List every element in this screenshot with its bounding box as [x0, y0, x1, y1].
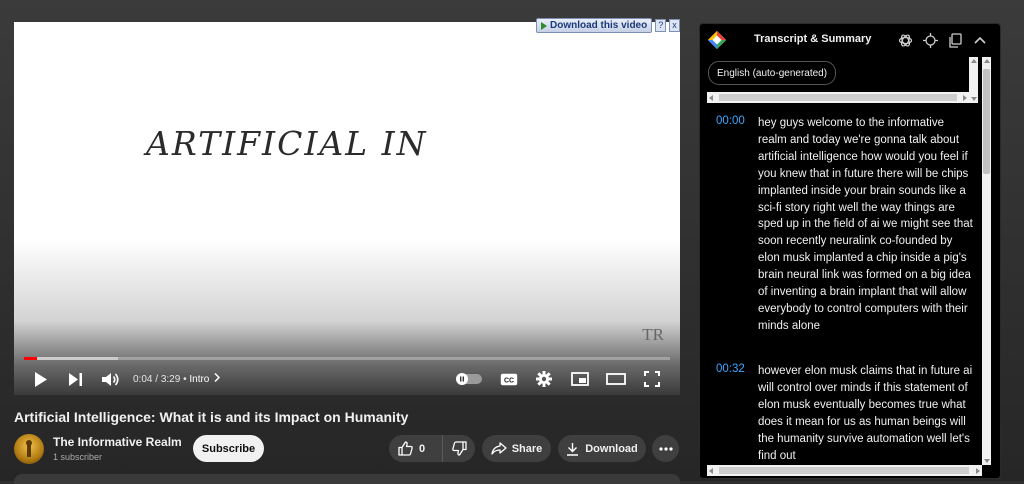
channel-avatar[interactable] [14, 434, 44, 464]
closed-captions-icon: CC [500, 373, 518, 385]
more-horizontal-icon [658, 446, 673, 451]
download-video-label: Download this video [550, 20, 648, 31]
progress-bar[interactable] [24, 357, 670, 360]
like-button[interactable]: 0 [389, 435, 443, 462]
segment-text: however elon musk claims that in future … [758, 365, 973, 462]
extension-logo-icon [708, 31, 726, 49]
scroll-right-arrow[interactable] [976, 467, 980, 474]
like-count: 0 [419, 442, 426, 455]
progress-buffered [24, 357, 118, 360]
download-close-button[interactable]: x [669, 19, 680, 32]
gear-icon [536, 371, 552, 387]
subscribe-button[interactable]: Subscribe [193, 435, 264, 462]
transcript-vertical-scrollbar[interactable] [982, 57, 991, 465]
fullscreen-icon [644, 371, 660, 387]
subtitles-button[interactable]: CC [498, 368, 520, 390]
scroll-down-arrow[interactable] [970, 97, 977, 101]
mute-button[interactable] [99, 368, 123, 390]
scrollbar-thumb[interactable] [719, 94, 957, 101]
track-video-button[interactable] [922, 32, 938, 48]
language-horizontal-scrollbar[interactable] [707, 92, 969, 103]
theater-mode-icon [606, 373, 626, 385]
scroll-down-arrow[interactable] [983, 459, 990, 463]
scroll-left-arrow[interactable] [709, 94, 713, 101]
collapse-panel-button[interactable] [972, 32, 988, 48]
segment-text: hey guys welcome to the informative real… [758, 117, 973, 332]
play-icon [541, 21, 547, 30]
description-box[interactable] [14, 474, 680, 484]
download-icon [567, 442, 579, 456]
transcript-segment[interactable]: 00:32 however elon musk claims that in f… [700, 363, 978, 463]
video-frame-text: ARTIFICIAL IN [146, 124, 428, 163]
volume-icon [102, 372, 119, 386]
download-help-button[interactable]: ? [655, 19, 667, 32]
share-icon [491, 442, 507, 455]
download-button[interactable]: Download [558, 435, 646, 462]
time-display: 0:04 / 3:29 • Intro [133, 372, 221, 385]
copy-icon [949, 32, 962, 48]
play-icon [35, 371, 47, 387]
download-video-button[interactable]: Download this video [536, 18, 653, 33]
scrollbar-thumb[interactable] [719, 467, 969, 474]
skip-next-icon [69, 372, 82, 386]
miniplayer-icon [571, 372, 589, 386]
theater-mode-button[interactable] [604, 368, 628, 390]
channel-watermark[interactable]: TR [642, 325, 664, 345]
crosshair-icon [922, 32, 938, 48]
subscriber-count: 1 subscriber [53, 452, 103, 462]
scroll-up-arrow[interactable] [970, 59, 977, 63]
chevron-up-icon [974, 36, 986, 44]
next-button[interactable] [65, 368, 87, 390]
settings-button[interactable] [533, 368, 555, 390]
dislike-button[interactable] [443, 435, 475, 462]
chapter-dot: • [183, 374, 187, 385]
scroll-right-arrow[interactable] [963, 94, 967, 101]
chevron-right-icon[interactable] [214, 372, 221, 383]
avatar-figure-icon [26, 440, 32, 457]
time-current: 0:04 [133, 374, 153, 385]
panel-title: Transcript & Summary [754, 33, 872, 45]
autoplay-toggle-icon [456, 373, 482, 385]
play-button[interactable] [30, 368, 52, 390]
svg-text:CC: CC [504, 377, 514, 384]
progress-played [24, 357, 37, 360]
language-chip[interactable]: English (auto-generated) [708, 61, 837, 85]
chapter-label[interactable]: Intro [189, 374, 209, 385]
language-vertical-scrollbar[interactable] [969, 57, 978, 103]
video-title: Artificial Intelligence: What it is and … [14, 409, 409, 425]
time-total: 3:29 [160, 374, 181, 385]
scroll-up-arrow[interactable] [983, 59, 990, 63]
openai-icon [898, 33, 912, 47]
channel-name[interactable]: The Informative Realm [53, 435, 182, 449]
video-player[interactable]: ARTIFICIAL IN TR 0:04 / 3:29 • Intro CC [14, 22, 680, 395]
miniplayer-button[interactable] [568, 368, 592, 390]
segment-timestamp[interactable]: 00:32 [716, 363, 745, 375]
thumbs-up-icon [398, 441, 413, 456]
player-controls: 0:04 / 3:29 • Intro CC [14, 364, 680, 394]
time-separator: / [155, 374, 159, 385]
copy-transcript-button[interactable] [947, 32, 963, 48]
transcript-segment[interactable]: 00:00 hey guys welcome to the informativ… [700, 115, 978, 347]
transcript-horizontal-scrollbar[interactable] [707, 465, 982, 476]
more-actions-button[interactable] [652, 435, 679, 462]
chatgpt-summary-button[interactable] [897, 32, 913, 48]
segment-timestamp[interactable]: 00:00 [716, 115, 745, 127]
share-button[interactable]: Share [482, 435, 551, 462]
like-dislike-group: 0 [389, 435, 475, 462]
share-label: Share [511, 442, 543, 455]
thumbs-down-icon [451, 441, 467, 456]
panel-header: Transcript & Summary [700, 24, 1000, 56]
download-extension-bar: Download this video ? x [536, 18, 680, 33]
download-label: Download [585, 442, 638, 455]
fullscreen-button[interactable] [640, 368, 664, 390]
scrollbar-thumb[interactable] [983, 69, 990, 174]
transcript-panel: Transcript & Summary English (auto-gener… [699, 23, 1001, 479]
autoplay-toggle[interactable] [456, 368, 482, 390]
scroll-left-arrow[interactable] [709, 467, 713, 474]
